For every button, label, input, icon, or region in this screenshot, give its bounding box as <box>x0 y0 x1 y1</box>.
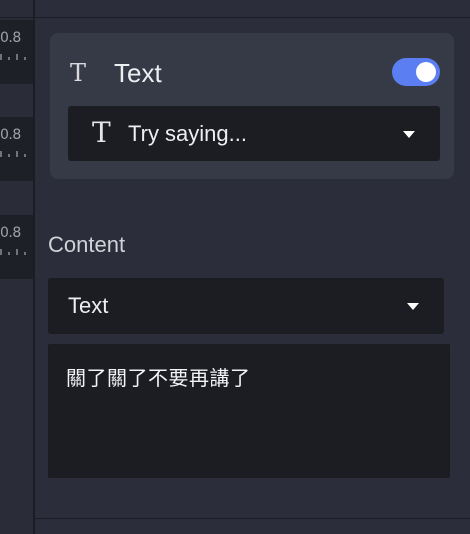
track-row[interactable]: 0.8 <box>0 215 33 279</box>
ruler <box>0 54 33 60</box>
card-title: Text <box>114 58 162 88</box>
track-row[interactable]: 0.8 <box>0 117 33 181</box>
divider <box>0 17 33 18</box>
panel-divider[interactable] <box>33 0 35 534</box>
content-type-value: Text <box>68 293 109 318</box>
text-toggle[interactable] <box>392 58 440 86</box>
text-format-icon: T <box>70 59 87 87</box>
timeline-strip: 0.8 0.8 0.8 <box>0 0 33 534</box>
chevron-down-icon <box>403 131 415 138</box>
ruler <box>0 151 33 157</box>
toggle-knob <box>416 62 436 82</box>
content-textarea[interactable]: 關了關了不要再講了 <box>48 344 450 478</box>
voice-dropdown[interactable]: T Try saying... <box>68 106 440 161</box>
track-row[interactable]: 0.8 <box>0 20 33 84</box>
divider <box>35 17 470 18</box>
track-value: 0.8 <box>0 30 21 46</box>
voice-dropdown-value: Try saying... <box>128 121 247 146</box>
track-value: 0.8 <box>0 225 21 241</box>
content-text: 關了關了不要再講了 <box>66 366 251 390</box>
chevron-down-icon <box>407 303 419 310</box>
track-value: 0.8 <box>0 127 21 143</box>
ruler <box>0 249 33 255</box>
divider <box>35 518 470 519</box>
content-label: Content <box>48 232 126 257</box>
text-format-icon: T <box>92 116 111 149</box>
text-settings-card: T Text T Try saying... <box>50 33 454 179</box>
content-type-dropdown[interactable]: Text <box>48 278 444 334</box>
